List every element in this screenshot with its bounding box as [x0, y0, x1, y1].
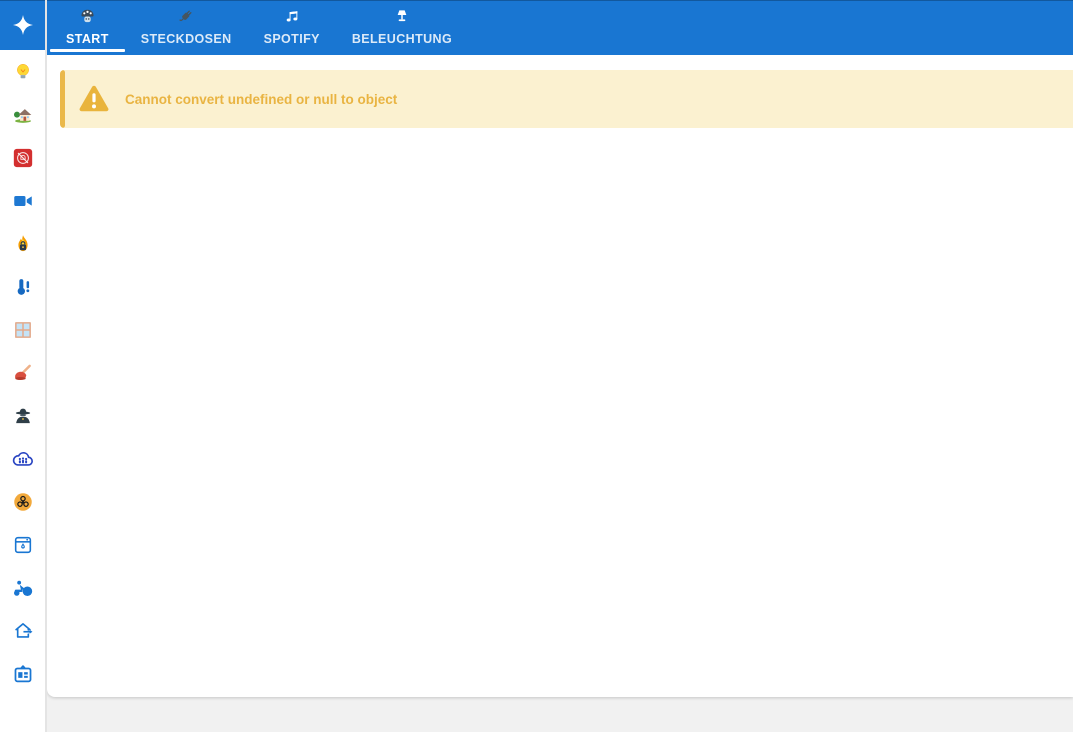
- sidebar-item-biohazard[interactable]: [0, 480, 45, 523]
- biohazard-icon: [13, 492, 32, 511]
- tab-beleuchtung-label: BELEUCHTUNG: [351, 32, 453, 46]
- kiosk-icon: [14, 664, 31, 682]
- sidebar-item-lightbulb[interactable]: [0, 50, 45, 93]
- sidebar-item-window[interactable]: [0, 308, 45, 351]
- moped-icon: [13, 580, 32, 596]
- fire-lock-icon: [17, 234, 28, 251]
- sidebar-item-house-garden[interactable]: [0, 93, 45, 136]
- house-garden-icon: [13, 108, 31, 123]
- sidebar: [0, 0, 47, 732]
- topbar: START STECKDOSEN SPOTIFY BELEUCHTUNG: [47, 0, 1073, 55]
- cloud-family-icon: [12, 451, 33, 466]
- mushroom-icon: [79, 6, 96, 26]
- alert-accent-bar: [60, 70, 65, 128]
- music-note-icon: [284, 6, 300, 26]
- main-content: Cannot convert undefined or null to obje…: [47, 55, 1073, 697]
- sidebar-item-plunger[interactable]: [0, 351, 45, 394]
- window-icon: [14, 321, 31, 338]
- tab-bar: START STECKDOSEN SPOTIFY BELEUCHTUNG: [50, 0, 468, 55]
- sidebar-item-fire-lock[interactable]: [0, 222, 45, 265]
- plug-icon: [177, 6, 195, 26]
- alarm-off-icon: [13, 148, 32, 167]
- error-alert: Cannot convert undefined or null to obje…: [60, 70, 1073, 128]
- thermometer-alert-icon: [17, 278, 29, 295]
- sidebar-item-sparkle[interactable]: [0, 0, 45, 50]
- tab-steckdosen-label: STECKDOSEN: [140, 32, 232, 46]
- tab-spotify-label: SPOTIFY: [263, 32, 320, 46]
- tab-spotify[interactable]: SPOTIFY: [248, 0, 336, 55]
- tab-start[interactable]: START: [50, 0, 125, 55]
- sidebar-item-thermometer-alert[interactable]: [0, 265, 45, 308]
- sidebar-item-dishwasher[interactable]: [0, 523, 45, 566]
- tab-beleuchtung[interactable]: BELEUCHTUNG: [336, 0, 468, 55]
- lamp-icon: [394, 6, 410, 26]
- sidebar-item-alarm-off[interactable]: [0, 136, 45, 179]
- video-camera-icon: [13, 195, 32, 206]
- sidebar-item-home-exit[interactable]: [0, 609, 45, 652]
- sidebar-item-kiosk[interactable]: [0, 652, 45, 695]
- lightbulb-icon: [16, 63, 29, 78]
- sidebar-item-moped[interactable]: [0, 566, 45, 609]
- home-exit-icon: [14, 622, 32, 638]
- sparkle-icon: [12, 15, 33, 35]
- tab-steckdosen[interactable]: STECKDOSEN: [125, 0, 248, 55]
- tab-start-label: START: [66, 32, 109, 46]
- plunger-icon: [14, 364, 31, 380]
- spy-icon: [15, 408, 30, 423]
- alert-message: Cannot convert undefined or null to obje…: [125, 91, 398, 107]
- sidebar-item-spy[interactable]: [0, 394, 45, 437]
- sidebar-item-cloud-family[interactable]: [0, 437, 45, 480]
- warning-triangle-icon: [78, 85, 110, 113]
- dishwasher-icon: [14, 536, 31, 553]
- sidebar-item-video-camera[interactable]: [0, 179, 45, 222]
